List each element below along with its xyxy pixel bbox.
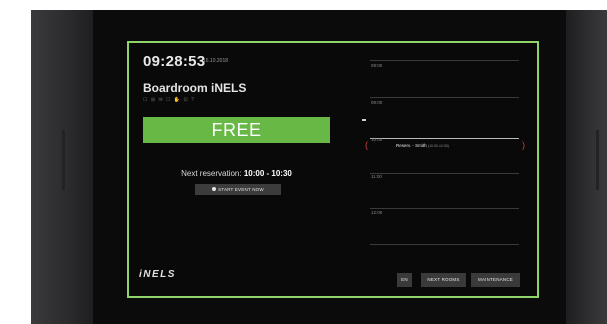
room-panel: 09:28:53 16.10.2018 Boardroom iNELS ☐ ⊞ … xyxy=(127,41,539,298)
room-name: Boardroom iNELS xyxy=(143,81,247,95)
reservation-entry[interactable]: Reserv. - Smith (10:00-10:30) xyxy=(396,143,449,148)
next-reservation: Next reservation: 10:00 - 10:30 xyxy=(143,169,330,178)
reservation-title: Reserv. - Smith xyxy=(396,143,427,148)
slot-time: 09:00 xyxy=(371,100,383,105)
maintenance-button[interactable]: MAINTENANCE xyxy=(471,273,520,287)
current-time: 09:28:53 xyxy=(143,53,206,70)
reservation-time: (10:00-10:30) xyxy=(427,144,449,148)
start-event-button[interactable]: START EVENT NOW xyxy=(195,184,281,195)
device-bezel-right xyxy=(566,10,607,324)
language-button[interactable]: EN xyxy=(397,273,412,287)
slot-line xyxy=(370,208,519,209)
slot-time: 08:00 xyxy=(371,63,383,68)
schedule-timeline[interactable]: 08:00 09:00 10:00 ( Reserv. - Smith (10:… xyxy=(362,43,539,258)
slot-time: 10:00 xyxy=(371,137,383,142)
bezel-slot-left xyxy=(62,130,65,190)
slot-line xyxy=(370,138,519,139)
reservation-bracket-right: ) xyxy=(522,140,525,150)
start-event-label: START EVENT NOW xyxy=(218,187,264,192)
room-status-badge: FREE xyxy=(143,117,330,143)
slot-time: 11:00 xyxy=(371,174,382,179)
slot-line xyxy=(370,60,519,61)
current-time-marker-icon xyxy=(362,119,366,121)
reservation-bracket-left: ( xyxy=(365,140,368,150)
slot-line xyxy=(370,97,519,98)
inels-logo: iNELS xyxy=(139,269,176,280)
bezel-slot-right xyxy=(596,130,599,190)
slot-line xyxy=(370,173,519,174)
room-equipment-icons: ☐ ⊞ ✉ ☐ ✋ ⊡ ? xyxy=(143,97,195,103)
next-rooms-button[interactable]: NEXT ROOMS xyxy=(421,273,466,287)
slot-time: 12:00 xyxy=(371,210,383,215)
slot-line xyxy=(370,244,519,245)
current-date: 16.10.2018 xyxy=(203,58,229,64)
next-reservation-label: Next reservation: xyxy=(181,169,242,178)
record-dot-icon xyxy=(212,187,217,192)
next-reservation-time: 10:00 - 10:30 xyxy=(243,169,292,178)
